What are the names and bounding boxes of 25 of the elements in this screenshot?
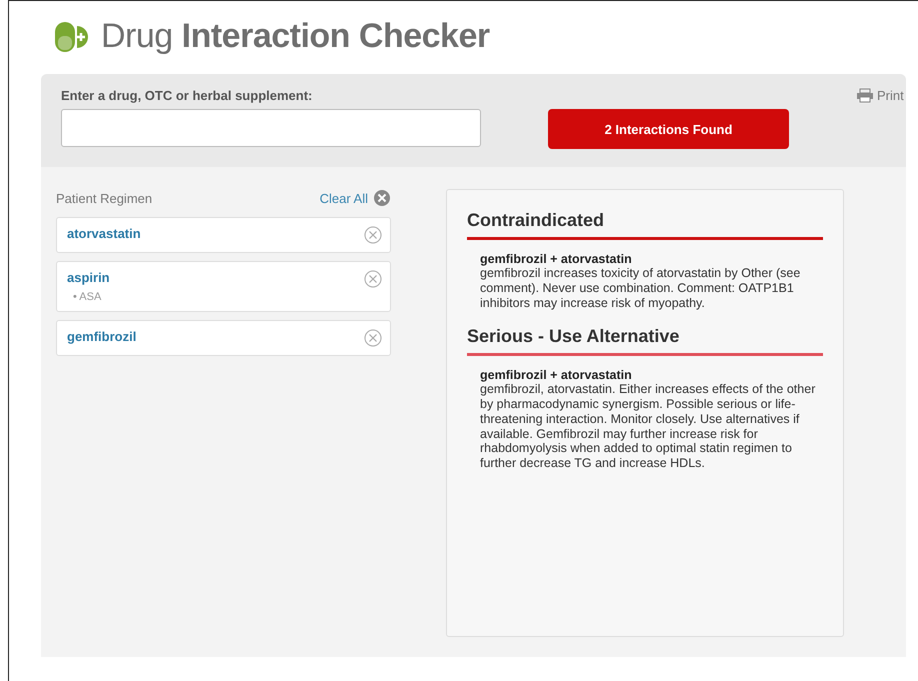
page-title: Drug Interaction Checker bbox=[101, 17, 490, 56]
interaction-description: gemfibrozil increases toxicity of atorvastatin by Other (see comment). Never use combination. Comment: OATP1B1 inhibitors may increase risk of myopathy. bbox=[480, 266, 802, 310]
interaction-description: gemfibrozil, atorvastatin. Either increases effects of the other by pharmacodynamic synergism. Possible serious or life-threatening interaction. Monitor closely. Use alternatives if available. Gemfibrozil may further increase risk for rhabdomyolysis when added to optimal statin regimen to further decrease TG and increase HDLs. bbox=[480, 382, 816, 471]
regimen-heading: Patient Regimen bbox=[56, 190, 152, 206]
severity-heading: Serious - Use Alternative bbox=[467, 326, 680, 348]
interaction-pair: gemfibrozil + atorvastatin bbox=[480, 368, 633, 382]
drug-link[interactable]: aspirin bbox=[67, 270, 110, 285]
interactions-found-button[interactable]: 2 Interactions Found bbox=[548, 109, 789, 149]
drug-link[interactable]: gemfibrozil bbox=[67, 329, 136, 344]
interaction-pair: gemfibrozil + atorvastatin bbox=[480, 252, 633, 266]
remove-button[interactable] bbox=[364, 329, 382, 347]
printer-icon bbox=[856, 88, 874, 103]
remove-icon bbox=[364, 270, 382, 288]
remove-icon bbox=[364, 226, 382, 244]
drug-search-field[interactable] bbox=[61, 109, 481, 147]
drug-alias: • ASA bbox=[72, 291, 102, 303]
remove-button[interactable] bbox=[364, 226, 382, 244]
remove-button[interactable] bbox=[364, 270, 382, 288]
print-link[interactable]: Print bbox=[856, 88, 904, 103]
clear-icon bbox=[373, 189, 391, 207]
clear-all-link[interactable]: Clear All bbox=[320, 189, 391, 207]
search-label: Enter a drug, OTC or herbal supplement: bbox=[61, 88, 314, 103]
drug-link[interactable]: atorvastatin bbox=[67, 226, 141, 241]
remove-icon bbox=[364, 329, 382, 347]
severity-heading: Contraindicated bbox=[467, 210, 606, 232]
